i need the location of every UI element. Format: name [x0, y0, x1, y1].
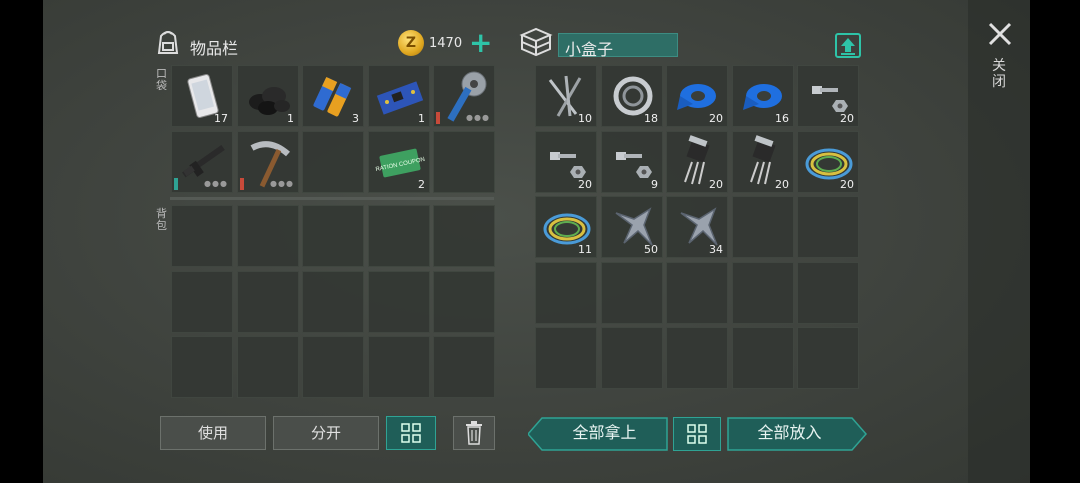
item-quantity: 20	[775, 178, 789, 191]
grid-icon	[687, 424, 707, 444]
container-slot[interactable]: 11	[535, 196, 597, 258]
item-quantity: 11	[578, 243, 592, 256]
container-slot[interactable]	[535, 327, 597, 389]
container-slot[interactable]	[666, 327, 728, 389]
container-slot[interactable]	[601, 262, 663, 324]
item-quantity: 34	[709, 243, 723, 256]
container-slot[interactable]: 20	[797, 131, 859, 193]
container-slot[interactable]	[601, 327, 663, 389]
container-slot[interactable]	[797, 196, 859, 258]
delete-button[interactable]	[453, 416, 495, 450]
sort-container-button[interactable]	[673, 417, 721, 451]
container-slot[interactable]: 10	[535, 65, 597, 127]
item-quantity: 18	[644, 112, 658, 125]
item-quantity: 20	[840, 112, 854, 125]
item-quantity: 20	[578, 178, 592, 191]
container-slot[interactable]	[535, 262, 597, 324]
container-slot[interactable]: 16	[732, 65, 794, 127]
container-slot[interactable]: 34	[666, 196, 728, 258]
take-all-button[interactable]: 全部拿上	[542, 417, 667, 451]
sort-inventory-button[interactable]	[386, 416, 436, 450]
game-screen: 物品栏 Z 1470 + 小盒子 口袋 背包 17 1 3 1 ●●● ●●● ●●● RAT…	[0, 0, 1080, 483]
container-slot[interactable]: 20	[732, 131, 794, 193]
close-label[interactable]: 关闭	[992, 58, 1008, 90]
container-slot[interactable]: 18	[601, 65, 663, 127]
container-slot[interactable]: 20	[535, 131, 597, 193]
close-icon[interactable]	[986, 20, 1014, 48]
item-quantity: 20	[709, 112, 723, 125]
put-all-button[interactable]: 全部放入	[727, 417, 852, 451]
split-button[interactable]: 分开	[273, 416, 379, 450]
item-quantity: 20	[709, 178, 723, 191]
container-slot[interactable]	[732, 196, 794, 258]
container-slot[interactable]	[666, 262, 728, 324]
container-slot[interactable]: 50	[601, 196, 663, 258]
grid-icon	[401, 423, 421, 443]
item-quantity: 16	[775, 112, 789, 125]
container-slot[interactable]	[797, 262, 859, 324]
item-quantity: 20	[840, 178, 854, 191]
container-grid: 10 18 20 16 20 20 9 20 20 20 11 50 34	[0, 0, 1080, 399]
use-button[interactable]: 使用	[160, 416, 266, 450]
container-slot[interactable]: 20	[797, 65, 859, 127]
container-slot[interactable]: 9	[601, 131, 663, 193]
trash-icon	[466, 421, 482, 445]
container-slot[interactable]	[797, 327, 859, 389]
container-slot[interactable]	[732, 262, 794, 324]
item-quantity: 10	[578, 112, 592, 125]
item-quantity: 9	[651, 178, 658, 191]
container-slot[interactable]: 20	[666, 65, 728, 127]
container-slot[interactable]	[732, 327, 794, 389]
container-slot[interactable]: 20	[666, 131, 728, 193]
item-quantity: 50	[644, 243, 658, 256]
